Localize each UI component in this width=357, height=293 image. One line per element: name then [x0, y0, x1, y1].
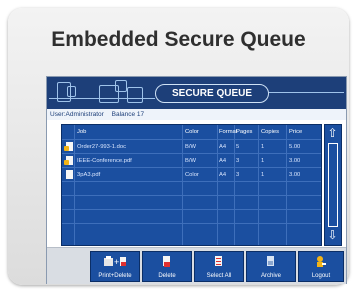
user-label: User:Administrator [50, 111, 104, 118]
deco-square [127, 87, 143, 103]
header-format: Format [219, 129, 238, 135]
table-row-empty[interactable] [62, 223, 321, 238]
cell-format: A4 [219, 144, 227, 150]
banner-title: SECURE QUEUE [155, 84, 269, 103]
job-table: Job Color Format Pages Copies Price Orde… [61, 124, 322, 246]
table-row-empty[interactable] [62, 209, 321, 224]
cell-color: B/W [185, 144, 196, 150]
arrow-down-icon[interactable]: ⇩ [326, 229, 339, 242]
deco-line [268, 92, 344, 93]
locked-document-icon [64, 156, 73, 165]
locked-document-icon [64, 142, 73, 151]
cell-job: Order27-993-1.doc [77, 144, 126, 150]
cell-format: A4 [219, 172, 227, 178]
table-header: Job Color Format Pages Copies Price [62, 125, 321, 139]
cell-pages: 3 [236, 158, 240, 164]
table-row[interactable]: IEEE-Conference.pdf B/W A4 3 1 3.00 [62, 153, 321, 168]
cell-copies: 1 [261, 158, 265, 164]
archive-label: Archive [260, 273, 281, 279]
svg-text:+: + [114, 257, 119, 267]
cell-job: 3pA3.pdf [77, 172, 101, 178]
select-all-label: Select All [206, 273, 232, 279]
cell-copies: 1 [261, 172, 265, 178]
action-toolbar: + Print+Delete Delete Select All Archive… [47, 247, 346, 284]
delete-button[interactable]: Delete [142, 251, 192, 282]
table-row[interactable]: 3pA3.pdf Color A4 3 1 3.00 [62, 167, 321, 182]
cell-price: 5.00 [289, 144, 301, 150]
print-delete-label: Print+Delete [98, 273, 132, 279]
table-row-empty[interactable] [62, 195, 321, 210]
print-delete-button[interactable]: + Print+Delete [90, 251, 140, 282]
scroll-track[interactable] [328, 143, 338, 227]
select-all-button[interactable]: Select All [194, 251, 244, 282]
banner: SECURE QUEUE [47, 77, 346, 109]
header-price: Price [289, 129, 303, 135]
balance-label: Balance 17 [111, 111, 145, 118]
cell-color: B/W [185, 158, 196, 164]
logout-label: Logout [311, 273, 331, 279]
device-screen: SECURE QUEUE User:Administrator Balance … [46, 76, 347, 284]
scrollbar[interactable]: ⇧ ⇩ [324, 124, 342, 246]
deco-square [67, 86, 76, 97]
print-delete-icon: + [104, 256, 126, 267]
deco-square [115, 80, 127, 92]
user-info-bar: User:Administrator Balance 17 [47, 109, 346, 120]
table-row[interactable]: Order27-993-1.doc B/W A4 5 1 5.00 [62, 139, 321, 154]
deco-line [49, 98, 155, 99]
table-row-empty[interactable] [62, 181, 321, 196]
document-icon [66, 170, 73, 179]
select-all-icon [215, 256, 222, 266]
arrow-up-icon[interactable]: ⇧ [326, 127, 339, 140]
header-pages: Pages [236, 129, 253, 135]
cell-pages: 3 [236, 172, 240, 178]
cell-copies: 1 [261, 144, 265, 150]
header-copies: Copies [261, 129, 280, 135]
logout-icon [317, 256, 326, 267]
cell-job: IEEE-Conference.pdf [77, 158, 132, 164]
header-job: Job [77, 129, 87, 135]
cell-pages: 5 [236, 144, 240, 150]
cell-color: Color [185, 172, 199, 178]
promo-card: Embedded Secure Queue SECURE QUEUE User:… [8, 8, 349, 285]
cell-price: 3.00 [289, 158, 301, 164]
delete-label: Delete [158, 273, 176, 279]
cell-price: 3.00 [289, 172, 301, 178]
logout-button[interactable]: Logout [298, 251, 344, 282]
header-color: Color [185, 129, 199, 135]
archive-icon [267, 256, 274, 266]
delete-icon [163, 256, 170, 267]
card-title: Embedded Secure Queue [51, 28, 306, 51]
archive-button[interactable]: Archive [246, 251, 296, 282]
cell-format: A4 [219, 158, 227, 164]
